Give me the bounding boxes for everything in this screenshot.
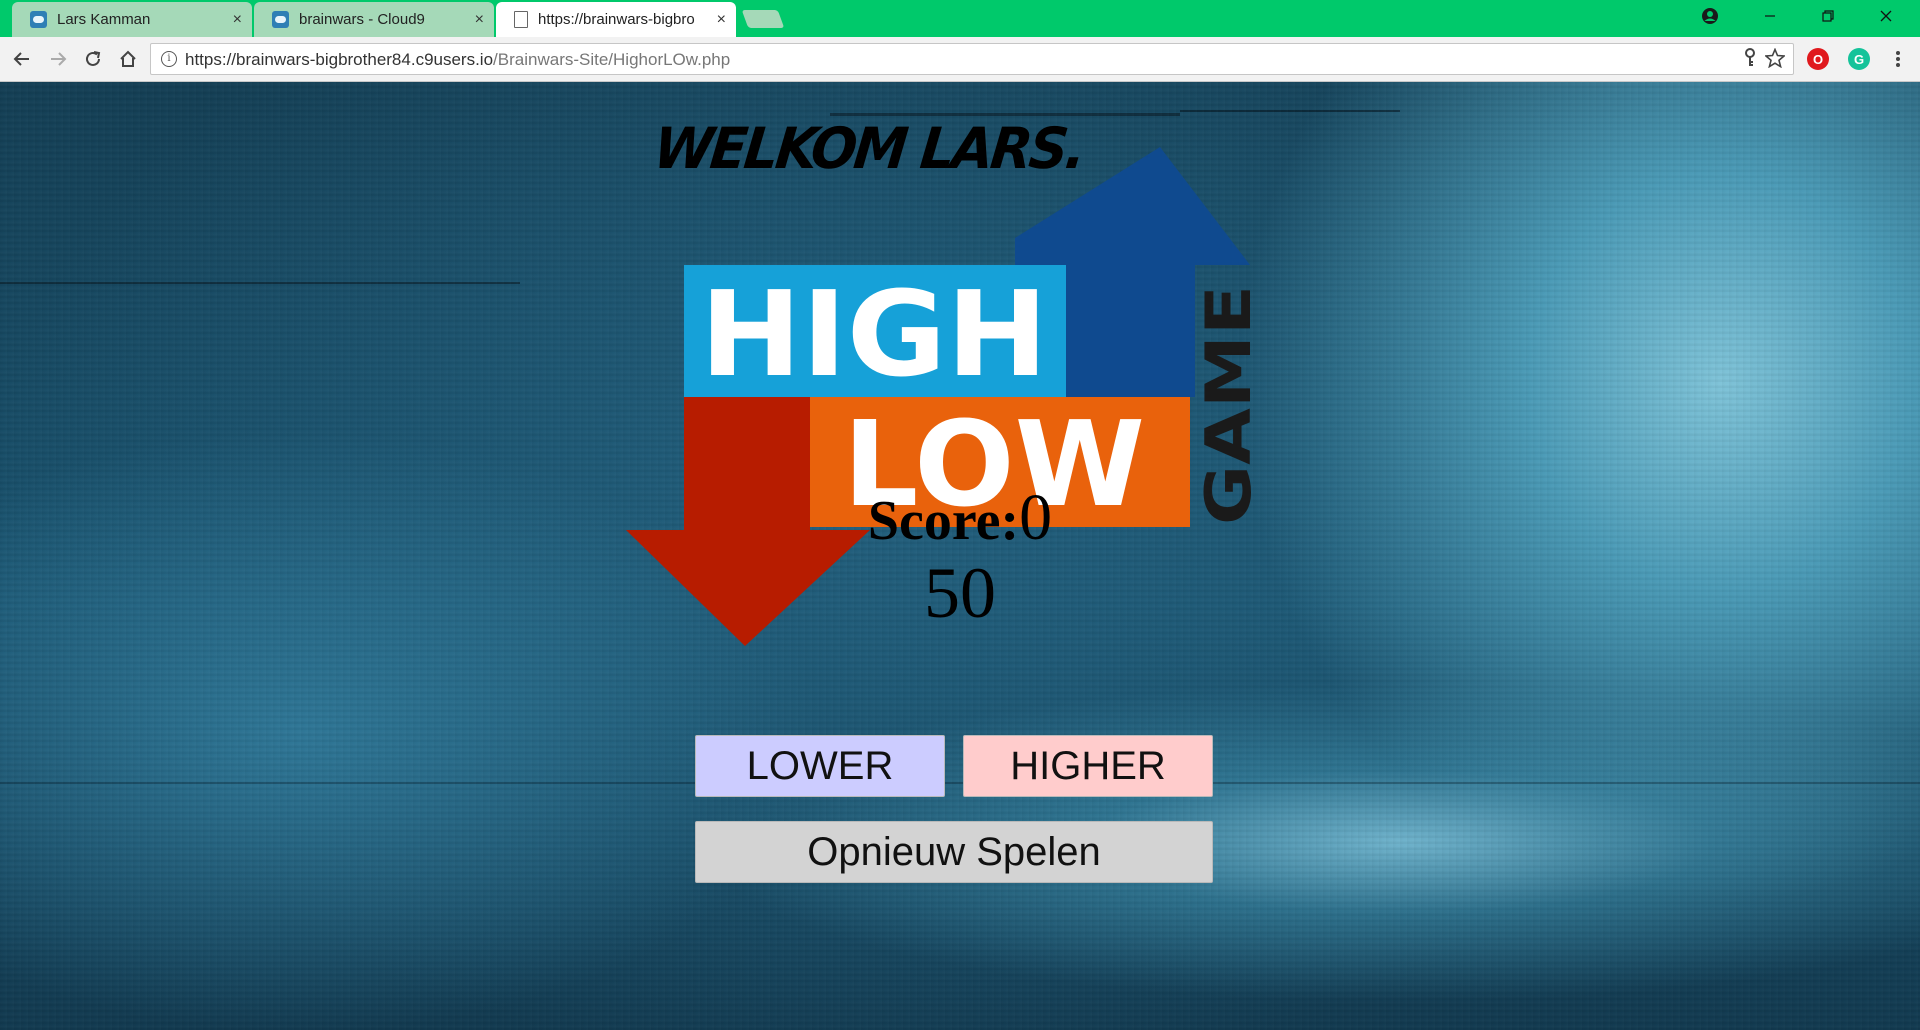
tab-label: Lars Kamman [57,11,151,28]
key-icon[interactable] [1743,48,1757,73]
close-icon[interactable]: × [233,11,242,29]
score-display: Score:0 [0,480,1920,556]
texture-scratch [0,282,520,284]
menu-kebab-icon[interactable] [1884,45,1912,73]
welcome-heading: WELKOM LARS. [650,115,1087,182]
current-number: 50 [924,553,996,633]
restore-icon[interactable] [1800,0,1856,32]
score-value: 0 [1019,481,1053,554]
close-window-icon[interactable] [1858,0,1914,32]
close-icon[interactable]: × [717,11,726,29]
site-info-icon[interactable]: i [161,51,177,67]
higher-button[interactable]: HIGHER [963,735,1213,797]
texture-scratch [0,782,1920,784]
back-icon[interactable] [8,45,36,73]
tab-label: https://brainwars-bigbro [538,11,695,28]
minimize-icon[interactable] [1742,0,1798,32]
reload-icon[interactable] [79,45,107,73]
forward-icon[interactable] [44,45,72,73]
opera-extension-icon[interactable]: O [1807,48,1829,70]
logo-high-text: HIGH [700,265,1048,403]
grammarly-extension-icon[interactable]: G [1848,48,1870,70]
profile-icon[interactable] [1682,0,1738,32]
home-icon[interactable] [114,45,142,73]
tab-brainwars-cloud9[interactable]: brainwars - Cloud9 × [254,2,494,37]
cloud9-icon [272,11,289,28]
tab-label: brainwars - Cloud9 [299,11,425,28]
lower-button[interactable]: LOWER [695,735,945,797]
cloud9-icon [30,11,47,28]
close-icon[interactable]: × [475,11,484,29]
play-again-button[interactable]: Opnieuw Spelen [695,821,1213,883]
new-tab-button[interactable] [741,10,785,28]
browser-title-bar: Lars Kamman × brainwars - Cloud9 × https… [0,0,1920,37]
bookmark-star-icon[interactable] [1764,47,1786,73]
page-icon [514,11,528,28]
score-label: Score: [867,490,1020,552]
tab-highorlow-active[interactable]: https://brainwars-bigbro × [496,2,736,37]
tab-lars-kamman[interactable]: Lars Kamman × [12,2,252,37]
